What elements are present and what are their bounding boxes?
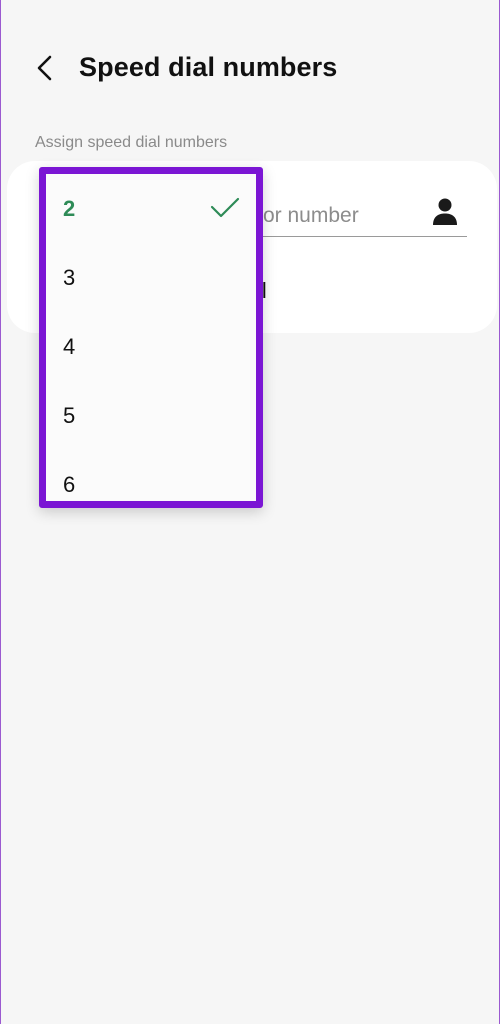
section-label: Assign speed dial numbers	[35, 134, 228, 151]
dropdown-option-2[interactable]: 2	[46, 174, 256, 243]
dropdown-option-6[interactable]: 6	[46, 450, 256, 501]
dropdown-option-label: 6	[63, 472, 76, 497]
person-icon	[433, 198, 457, 225]
dropdown-option-5[interactable]: 5	[46, 381, 256, 450]
chevron-left-icon	[37, 55, 52, 81]
dropdown-option-label: 5	[63, 403, 76, 428]
app-header: Speed dial numbers	[1, 40, 499, 96]
dropdown-option-label: 2	[63, 196, 76, 221]
number-input-placeholder: or number	[263, 204, 359, 227]
speed-dial-number-dropdown: 2 3 4 5 6	[39, 167, 263, 508]
check-icon	[210, 197, 240, 218]
dropdown-option-4[interactable]: 4	[46, 312, 256, 381]
page-title: Speed dial numbers	[79, 52, 338, 82]
dropdown-option-label: 4	[63, 334, 76, 359]
back-button[interactable]	[27, 50, 63, 86]
dropdown-option-label: 3	[63, 265, 76, 290]
contact-picker-button[interactable]	[431, 196, 459, 226]
dropdown-option-3[interactable]: 3	[46, 243, 256, 312]
